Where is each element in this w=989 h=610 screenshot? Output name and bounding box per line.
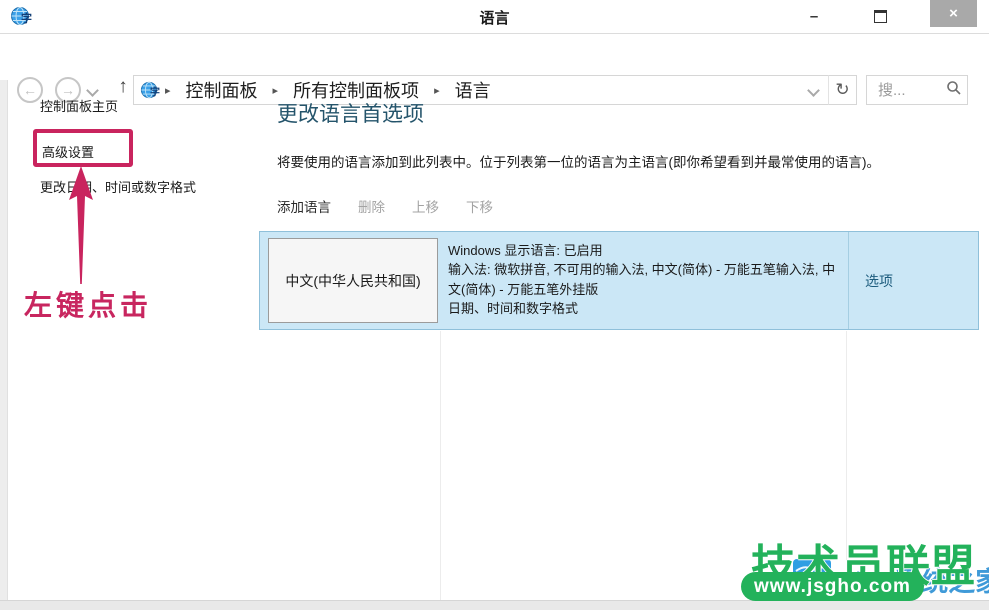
- breadcrumb-language[interactable]: 语言: [445, 77, 501, 103]
- address-bar[interactable]: 字 ▸ 控制面板 ▸ 所有控制面板项 ▸ 语言: [133, 75, 829, 105]
- minimize-icon: –: [810, 8, 818, 25]
- breadcrumb-separator-icon: ▸: [434, 84, 440, 97]
- window-bottom-edge: [0, 600, 989, 610]
- search-icon[interactable]: [946, 80, 962, 101]
- address-language-icon: 字: [140, 80, 160, 100]
- list-column-line: [846, 331, 847, 600]
- svg-text:字: 字: [150, 85, 160, 98]
- navigation-bar: ← → ↑ 字 ▸ 控制面板 ▸ 所有控制面板项 ▸ 语言 ↻: [0, 34, 989, 80]
- detail-date-time-formats: 日期、时间和数字格式: [448, 299, 840, 318]
- window-left-edge: [0, 80, 8, 600]
- close-button[interactable]: ×: [930, 0, 977, 27]
- back-icon: ←: [23, 82, 37, 98]
- language-details: Windows 显示语言: 已启用 输入法: 微软拼音, 不可用的输入法, 中文…: [448, 241, 840, 318]
- options-link[interactable]: 选项: [856, 232, 976, 329]
- row-column-divider: [848, 232, 849, 329]
- page-description: 将要使用的语言添加到此列表中。位于列表第一位的语言为主语言(即你希望看到并最常使…: [277, 151, 977, 171]
- watermark-site-name: Win8系统之家: [830, 560, 989, 599]
- language-name-tile: 中文(中华人民共和国): [268, 238, 438, 323]
- watermark: Win8系统之家 技术员联盟 www.jsgho.com: [735, 528, 989, 608]
- refresh-icon: ↻: [835, 80, 849, 100]
- address-dropdown-icon[interactable]: [807, 84, 820, 97]
- search-input[interactable]: [876, 81, 944, 100]
- refresh-button[interactable]: ↻: [828, 75, 857, 105]
- language-control-panel-window: 字 语言 – × ← → ↑ 字 ▸ 控制面板 ▸ 所有控制面板项: [0, 0, 989, 610]
- close-icon: ×: [949, 5, 958, 22]
- breadcrumb-separator-icon: ▸: [165, 84, 171, 97]
- breadcrumb-separator-icon: ▸: [273, 84, 279, 97]
- up-icon: ↑: [118, 76, 128, 97]
- search-box[interactable]: [866, 75, 968, 105]
- move-down-button: 下移: [466, 196, 493, 216]
- minimize-button[interactable]: –: [800, 4, 828, 28]
- language-list-row-selected[interactable]: 中文(中华人民共和国) Windows 显示语言: 已启用 输入法: 微软拼音,…: [259, 231, 979, 330]
- maximize-button[interactable]: [866, 4, 894, 28]
- recent-pages-dropdown[interactable]: [86, 84, 99, 97]
- annotation-label: 左键点击: [24, 284, 152, 324]
- move-up-button: 上移: [412, 196, 439, 216]
- detail-display-language: Windows 显示语言: 已启用: [448, 241, 840, 260]
- language-list-toolbar: 添加语言 删除 上移 下移: [277, 196, 493, 216]
- remove-button: 删除: [358, 196, 385, 216]
- sidebar-item-control-panel-home[interactable]: 控制面板主页: [40, 96, 118, 115]
- page-title: 更改语言首选项: [277, 98, 424, 128]
- breadcrumb-control-panel[interactable]: 控制面板: [176, 77, 268, 103]
- window-title: 语言: [0, 7, 989, 28]
- add-language-button[interactable]: 添加语言: [277, 196, 331, 216]
- watermark-windows-flag-icon: [793, 559, 831, 594]
- title-bar: 字 语言 – ×: [0, 0, 989, 34]
- watermark-url: www.jsgho.com: [754, 576, 911, 598]
- detail-input-methods: 输入法: 微软拼音, 不可用的输入法, 中文(简体) - 万能五笔输入法, 中文…: [448, 260, 840, 299]
- maximize-icon: [874, 10, 887, 23]
- watermark-brand: 技术员联盟: [751, 530, 976, 594]
- list-column-line: [440, 331, 441, 600]
- annotation-highlight-box: [33, 129, 133, 167]
- annotation-arrow-icon: [60, 166, 102, 293]
- watermark-url-pill: www.jsgho.com: [741, 572, 924, 601]
